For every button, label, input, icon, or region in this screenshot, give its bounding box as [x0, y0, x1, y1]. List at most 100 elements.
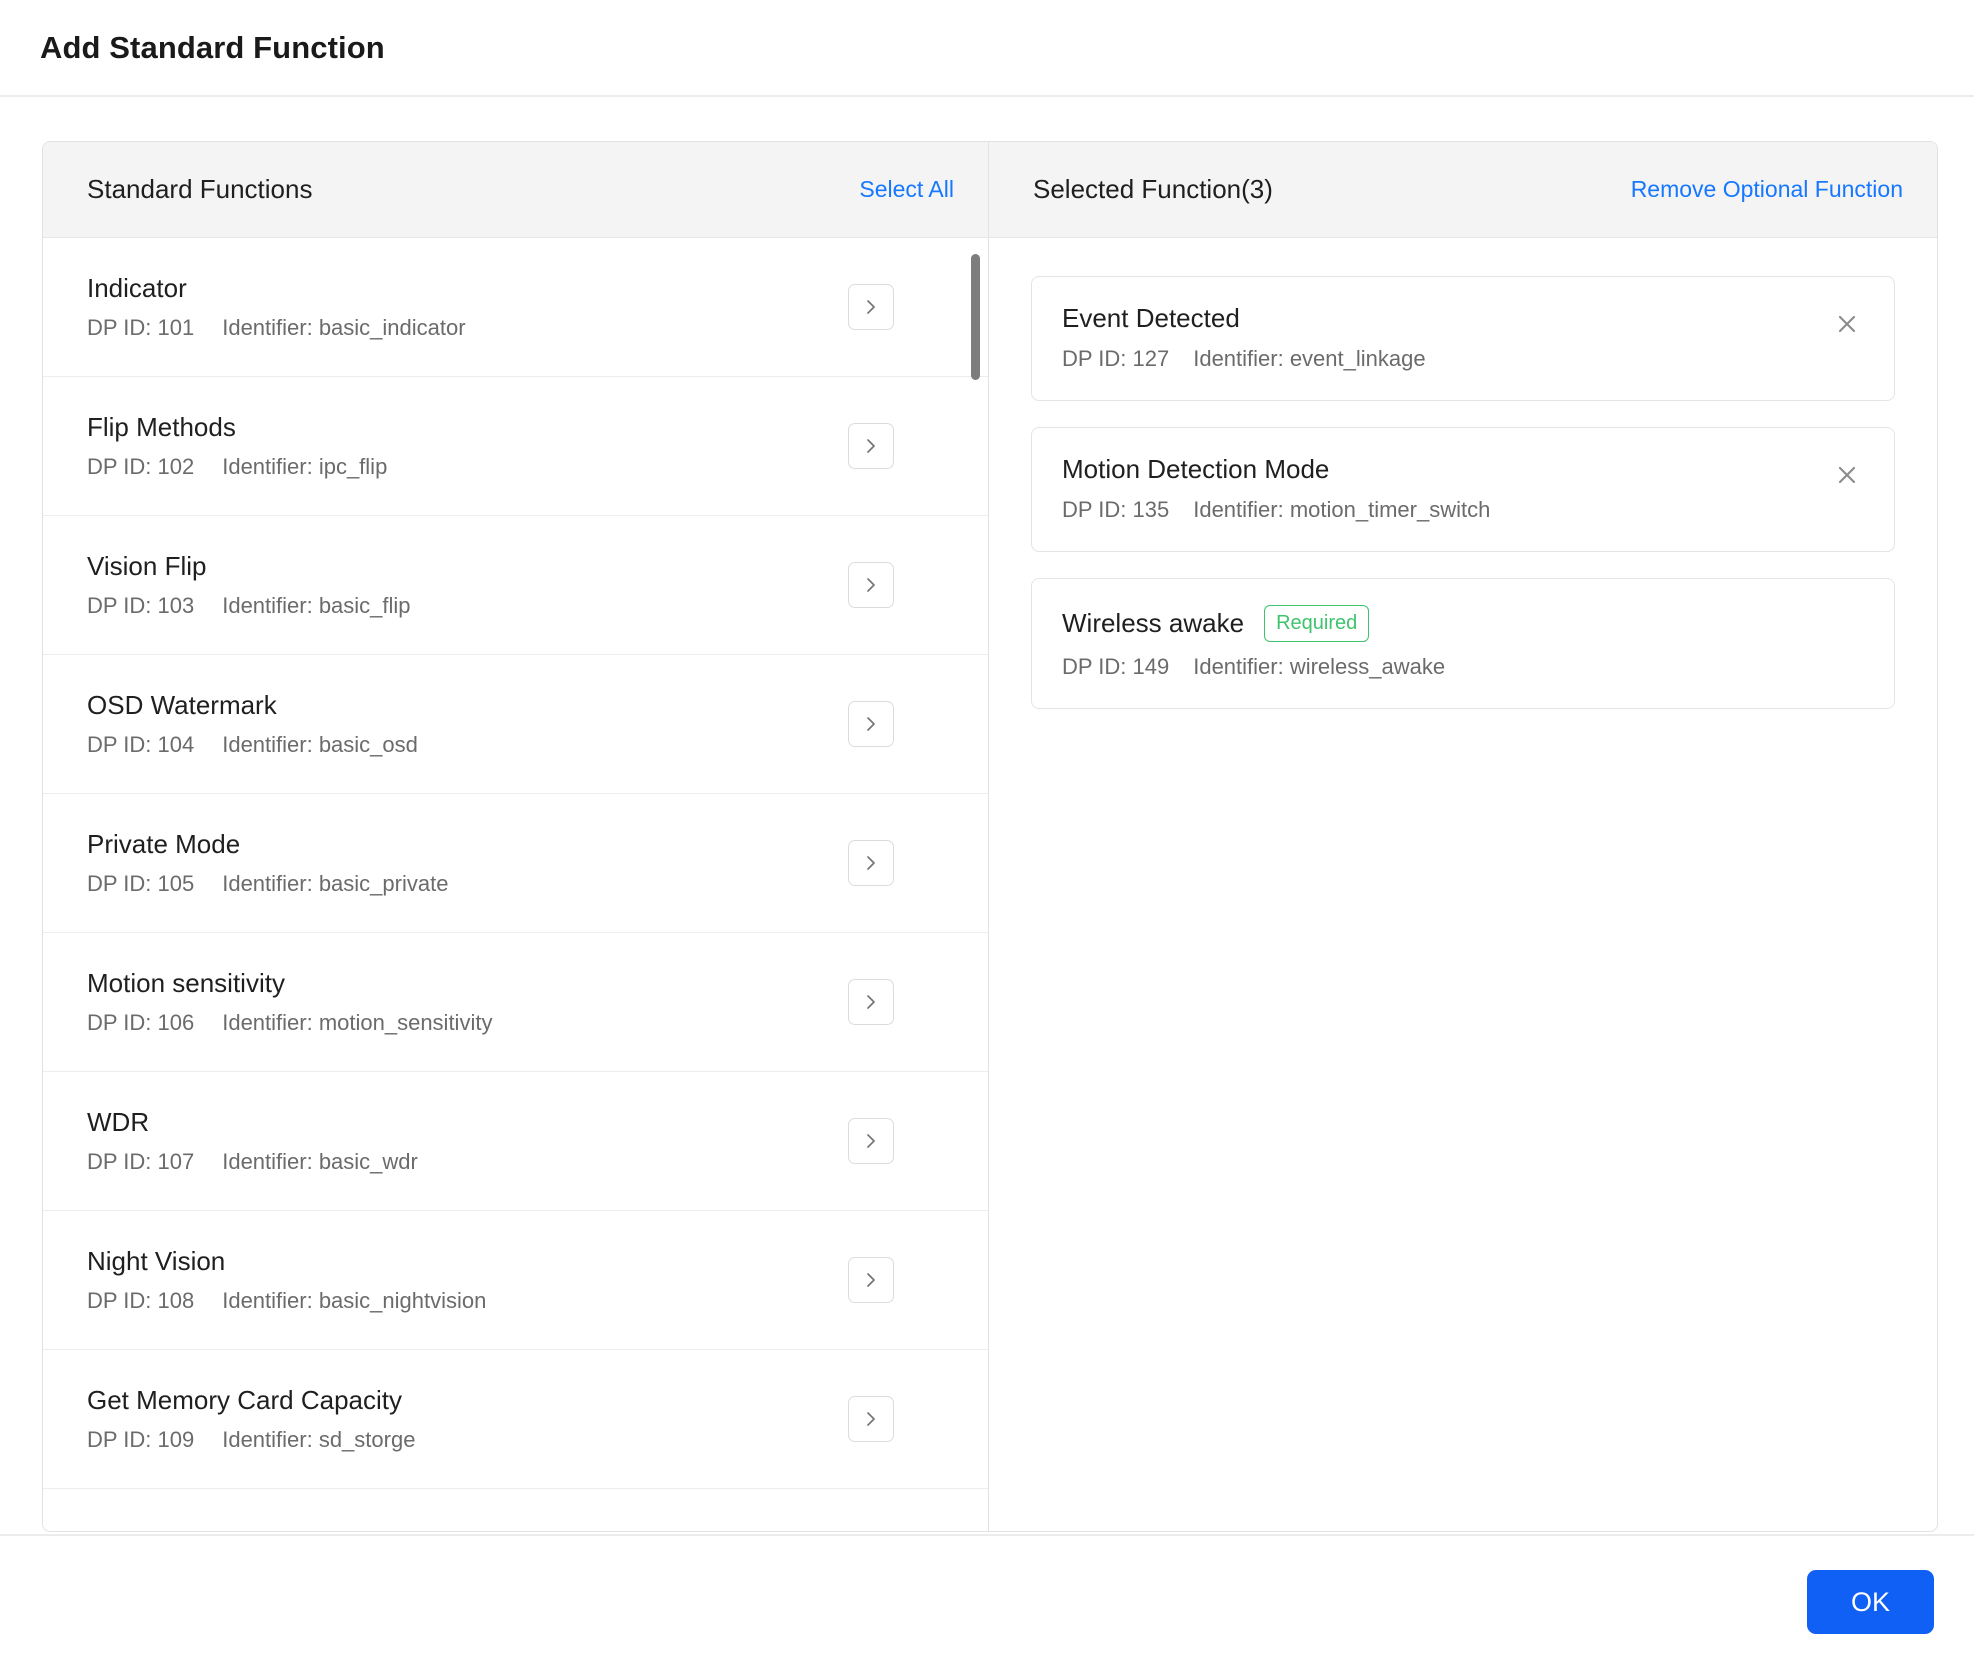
selected-function-dp-id: DP ID: 149 [1062, 654, 1170, 680]
add-function-button[interactable] [848, 284, 894, 330]
function-name: WDR [87, 1106, 150, 1137]
function-info: WDR DP ID: 107 Identifier: basic_wdr [87, 1107, 418, 1175]
dialog-footer: OK [0, 1534, 1974, 1668]
table-row[interactable]: Flip Methods DP ID: 102 Identifier: ipc_fl… [43, 377, 988, 516]
function-identifier: Identifier: basic_indicator [222, 315, 466, 341]
function-info: Motion sensitivity DP ID: 106 Identifier: … [87, 968, 492, 1036]
function-meta: DP ID: 103 Identifier: basic_flip [87, 593, 411, 619]
table-row[interactable]: Vision Flip DP ID: 103 Identifier: basic_f… [43, 516, 988, 655]
table-row[interactable]: WDR DP ID: 107 Identifier: basic_wdr [43, 1072, 988, 1211]
function-identifier: Identifier: basic_osd [222, 732, 418, 758]
selected-function-identifier: Identifier: event_linkage [1193, 346, 1426, 372]
function-meta: DP ID: 105 Identifier: basic_private [87, 871, 448, 897]
function-name: OSD Watermark [87, 689, 277, 720]
remove-optional-function-link[interactable]: Remove Optional Function [1631, 176, 1903, 203]
selected-function-identifier: Identifier: motion_timer_switch [1193, 497, 1491, 523]
list-item: Motion Detection Mode DP ID: 135 Identifie… [1031, 427, 1895, 553]
list-scrollbar-thumb[interactable] [971, 254, 980, 380]
standard-functions-header: Standard Functions Select All [43, 142, 988, 238]
function-info: OSD Watermark DP ID: 104 Identifier: basic… [87, 690, 418, 758]
add-function-button[interactable] [848, 562, 894, 608]
function-meta: DP ID: 109 Identifier: sd_storge [87, 1427, 415, 1453]
function-dp-id: DP ID: 102 [87, 454, 195, 480]
close-icon [1838, 315, 1856, 333]
function-dp-id: DP ID: 105 [87, 871, 195, 897]
add-function-button[interactable] [848, 979, 894, 1025]
standard-functions-panel: Standard Functions Select All Indicator D… [43, 142, 989, 1531]
selected-function-name: Motion Detection Mode [1062, 454, 1330, 485]
selected-function-info: Motion Detection Mode DP ID: 135 Identifie… [1062, 454, 1490, 523]
function-name: Vision Flip [87, 550, 207, 581]
chevron-right-icon [867, 717, 875, 731]
standard-functions-title: Standard Functions [87, 174, 313, 204]
function-name: Indicator [87, 272, 187, 303]
page-title: Add Standard Function [40, 29, 385, 65]
function-dp-id: DP ID: 103 [87, 593, 195, 619]
chevron-right-icon [867, 995, 875, 1009]
table-row-partial[interactable] [43, 1489, 988, 1531]
function-name: Get Memory Card Capacity [87, 1384, 402, 1415]
function-info: Private Mode DP ID: 105 Identifier: basic_… [87, 829, 448, 897]
table-row[interactable]: Private Mode DP ID: 105 Identifier: basic_… [43, 794, 988, 933]
function-identifier: Identifier: motion_sensitivity [222, 1010, 493, 1036]
table-row[interactable]: Night Vision DP ID: 108 Identifier: basic_… [43, 1211, 988, 1350]
table-row[interactable]: Motion sensitivity DP ID: 106 Identifier: … [43, 933, 988, 1072]
function-identifier: Identifier: basic_nightvision [222, 1288, 487, 1314]
ok-button[interactable]: OK [1806, 1570, 1934, 1634]
function-identifier: Identifier: basic_wdr [222, 1149, 418, 1175]
selected-function-meta: DP ID: 135 Identifier: motion_timer_switc… [1062, 497, 1490, 523]
selected-function-info: Event Detected DP ID: 127 Identifier: even… [1062, 303, 1426, 372]
select-all-link[interactable]: Select All [859, 176, 954, 203]
add-function-button[interactable] [848, 423, 894, 469]
selected-functions-list: Event Detected DP ID: 127 Identifier: even… [989, 238, 1937, 1531]
selected-function-dp-id: DP ID: 127 [1062, 346, 1170, 372]
remove-function-button[interactable] [1830, 458, 1864, 492]
function-dp-id: DP ID: 108 [87, 1288, 195, 1314]
function-identifier: Identifier: basic_private [222, 871, 449, 897]
function-meta: DP ID: 107 Identifier: basic_wdr [87, 1149, 418, 1175]
function-name: Private Mode [87, 828, 241, 859]
function-info: Indicator DP ID: 101 Identifier: basic_ind… [87, 273, 466, 341]
add-function-button[interactable] [848, 1257, 894, 1303]
function-info: Night Vision DP ID: 108 Identifier: basic_… [87, 1246, 486, 1314]
function-dp-id: DP ID: 104 [87, 732, 195, 758]
function-name: Night Vision [87, 1245, 226, 1276]
list-item: Wireless awake Required DP ID: 149 Identifi… [1031, 578, 1895, 710]
status-badge: Required [1264, 605, 1370, 643]
remove-function-button[interactable] [1830, 307, 1864, 341]
chevron-right-icon [867, 578, 875, 592]
close-icon [1838, 467, 1856, 484]
standard-functions-list[interactable]: Indicator DP ID: 101 Identifier: basic_ind… [43, 238, 988, 1531]
function-dp-id: DP ID: 107 [87, 1149, 195, 1175]
chevron-right-icon [867, 1134, 875, 1148]
function-identifier: Identifier: ipc_flip [222, 454, 388, 480]
selected-function-meta: DP ID: 127 Identifier: event_linkage [1062, 346, 1426, 372]
chevron-right-icon [867, 1273, 875, 1287]
list-item: Event Detected DP ID: 127 Identifier: even… [1031, 276, 1895, 402]
selected-function-title-row: Wireless awake Required [1062, 605, 1445, 643]
selected-functions-title: Selected Function(3) [1033, 174, 1273, 204]
selected-functions-panel: Selected Function(3) Remove Optional Fun… [989, 142, 1937, 1531]
function-meta: DP ID: 101 Identifier: basic_indicator [87, 315, 466, 341]
dialog-header: Add Standard Function [0, 0, 1974, 97]
add-function-button[interactable] [848, 1118, 894, 1164]
selected-functions-header: Selected Function(3) Remove Optional Fun… [989, 142, 1937, 238]
add-function-button[interactable] [848, 840, 894, 886]
table-row[interactable]: Indicator DP ID: 101 Identifier: basic_ind… [43, 238, 988, 377]
selected-function-title-row: Event Detected [1062, 303, 1426, 334]
table-row[interactable]: OSD Watermark DP ID: 104 Identifier: basic… [43, 655, 988, 794]
function-dp-id: DP ID: 109 [87, 1427, 195, 1453]
add-function-button[interactable] [848, 701, 894, 747]
selected-function-meta: DP ID: 149 Identifier: wireless_awake [1062, 654, 1445, 680]
function-info: Flip Methods DP ID: 102 Identifier: ipc_fl… [87, 412, 387, 480]
selected-function-dp-id: DP ID: 135 [1062, 497, 1170, 523]
table-row[interactable]: Get Memory Card Capacity DP ID: 109 Identi… [43, 1350, 988, 1489]
add-standard-function-dialog: Add Standard Function Standard Functions… [0, 0, 1974, 1668]
chevron-right-icon [867, 1412, 875, 1426]
function-name: Flip Methods [87, 411, 236, 442]
function-dp-id: DP ID: 101 [87, 315, 195, 341]
add-function-button[interactable] [848, 1396, 894, 1442]
selected-function-name: Event Detected [1062, 303, 1240, 333]
selected-function-identifier: Identifier: wireless_awake [1193, 654, 1446, 680]
function-meta: DP ID: 102 Identifier: ipc_flip [87, 454, 387, 480]
